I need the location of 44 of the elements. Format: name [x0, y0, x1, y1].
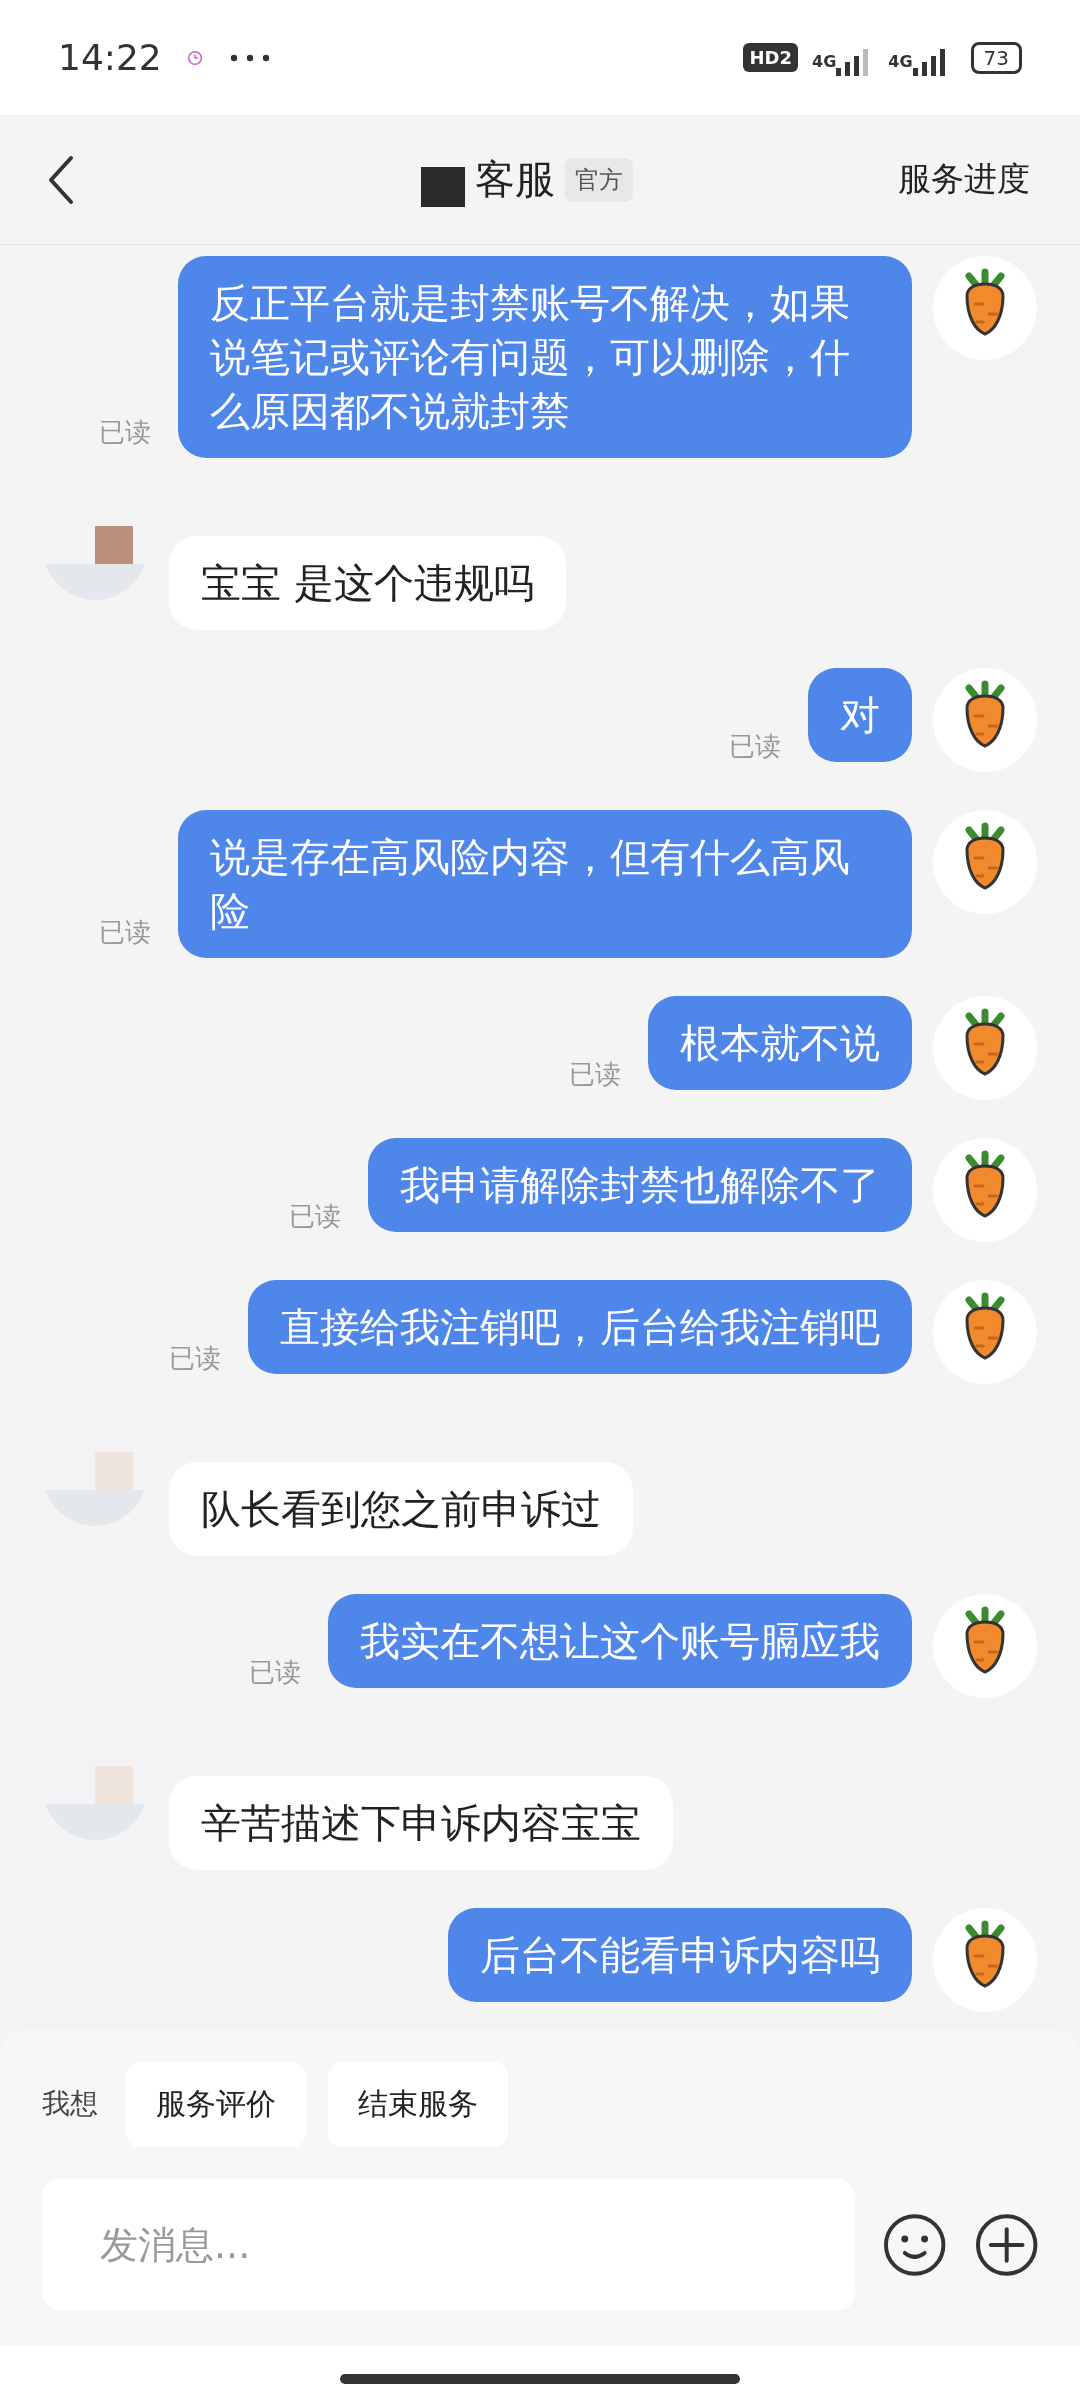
message-bubble: 对 — [808, 668, 912, 762]
network-label: 4G — [812, 52, 837, 71]
read-receipt: 已读 — [289, 1200, 341, 1233]
message-bubble: 根本就不说 — [648, 996, 912, 1090]
message-bubble: 后台不能看申诉内容吗 — [448, 1908, 912, 2002]
read-receipt: 已读 — [169, 1342, 221, 1375]
status-time: 14:22 — [58, 37, 162, 78]
more-icon — [229, 53, 270, 62]
carrot-avatar-icon — [933, 1908, 1037, 2012]
message-bubble: 我申请解除封禁也解除不了 — [368, 1138, 912, 1232]
add-icon[interactable] — [974, 2213, 1038, 2277]
read-receipt: 已读 — [99, 916, 151, 949]
message-input[interactable]: 发消息... — [42, 2179, 856, 2311]
network-label: 4G — [888, 52, 913, 71]
service-progress-link[interactable]: 服务进度 — [898, 157, 1030, 202]
message-bubble: 我实在不想让这个账号膈应我 — [328, 1594, 912, 1688]
quick-actions-label: 我想 — [42, 2086, 98, 2122]
message-bubble: 宝宝 是这个违规吗 — [169, 536, 566, 630]
message-bubble: 辛苦描述下申诉内容宝宝 — [169, 1776, 673, 1870]
message-bubble: 直接给我注销吧，后台给我注销吧 — [248, 1280, 912, 1374]
carrot-avatar-icon — [933, 1594, 1037, 1698]
read-receipt: 已读 — [249, 1656, 301, 1689]
carrot-avatar-icon — [933, 1280, 1037, 1384]
official-badge: 官方 — [565, 157, 633, 202]
hd-badge: HD2 — [743, 43, 798, 72]
message-bubble: 反正平台就是封禁账号不解决，如果说笔记或评论有问题，可以删除，什么原因都不说就封禁 — [178, 256, 912, 458]
redacted-mark — [421, 166, 465, 207]
read-receipt: 已读 — [99, 416, 151, 449]
carrot-avatar-icon — [933, 1138, 1037, 1242]
carrot-avatar-icon — [933, 996, 1037, 1100]
read-receipt: 已读 — [729, 730, 781, 763]
quick-action-chip[interactable]: 结束服务 — [328, 2061, 508, 2147]
back-icon[interactable] — [46, 154, 76, 205]
message-bubble: 队长看到您之前申诉过 — [169, 1462, 633, 1556]
message-bubble: 说是存在高风险内容，但有什么高风险 — [178, 810, 912, 958]
chat-title: 客服 — [475, 155, 555, 204]
carrot-avatar-icon — [933, 256, 1037, 360]
alarm-icon — [185, 48, 204, 67]
read-receipt: 已读 — [569, 1058, 621, 1091]
carrot-avatar-icon — [933, 810, 1037, 914]
battery-indicator: 73 — [970, 41, 1022, 74]
quick-action-chip[interactable]: 服务评价 — [126, 2061, 306, 2147]
carrot-avatar-icon — [933, 668, 1037, 772]
emoji-icon[interactable] — [883, 2213, 947, 2277]
